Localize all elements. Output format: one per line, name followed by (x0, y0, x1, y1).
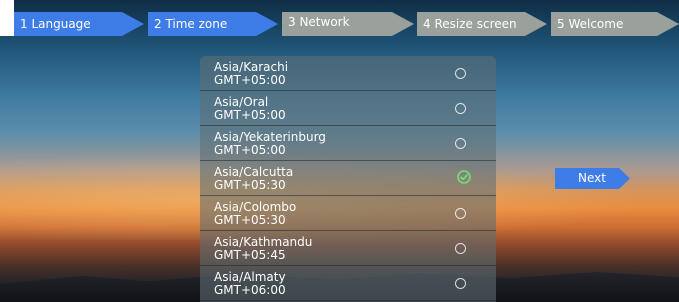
radio-empty-icon[interactable] (455, 208, 466, 219)
timezone-item-asia-almaty[interactable]: Asia/Almaty GMT+06:00 (200, 266, 496, 301)
step-network: 3 Network (282, 12, 414, 36)
timezone-offset: GMT+05:00 (214, 73, 286, 87)
step-resize-screen: 4 Resize screen (417, 12, 547, 36)
timezone-item-asia-calcutta[interactable]: Asia/Calcutta GMT+05:30 (200, 161, 496, 196)
step-time-zone: 2 Time zone (148, 12, 278, 36)
timezone-offset: GMT+05:00 (214, 108, 286, 122)
timezone-offset: GMT+05:30 (214, 213, 286, 227)
step-welcome: 5 Welcome (551, 12, 679, 36)
timezone-item-asia-kathmandu[interactable]: Asia/Kathmandu GMT+05:45 (200, 231, 496, 266)
timezone-offset: GMT+06:00 (214, 283, 286, 297)
timezone-offset: GMT+05:30 (214, 178, 286, 192)
radio-empty-icon[interactable] (455, 243, 466, 254)
timezone-item-asia-yekaterinburg[interactable]: Asia/Yekaterinburg GMT+05:00 (200, 126, 496, 161)
check-circle-icon[interactable] (457, 170, 471, 184)
step-bar: 1 Language 2 Time zone 3 Network 4 Resiz… (0, 12, 679, 36)
radio-empty-icon[interactable] (455, 103, 466, 114)
timezone-list[interactable]: Asia/Karachi GMT+05:00 Asia/Oral GMT+05:… (200, 56, 496, 302)
timezone-item-asia-karachi[interactable]: Asia/Karachi GMT+05:00 (200, 56, 496, 91)
timezone-item-asia-oral[interactable]: Asia/Oral GMT+05:00 (200, 91, 496, 126)
timezone-item-asia-colombo[interactable]: Asia/Colombo GMT+05:30 (200, 196, 496, 231)
step-language: 1 Language (14, 12, 144, 36)
radio-empty-icon[interactable] (455, 138, 466, 149)
timezone-offset: GMT+05:45 (214, 248, 286, 262)
next-button[interactable]: Next (555, 168, 630, 189)
radio-empty-icon[interactable] (455, 278, 466, 289)
timezone-offset: GMT+05:00 (214, 143, 286, 157)
radio-empty-icon[interactable] (455, 68, 466, 79)
